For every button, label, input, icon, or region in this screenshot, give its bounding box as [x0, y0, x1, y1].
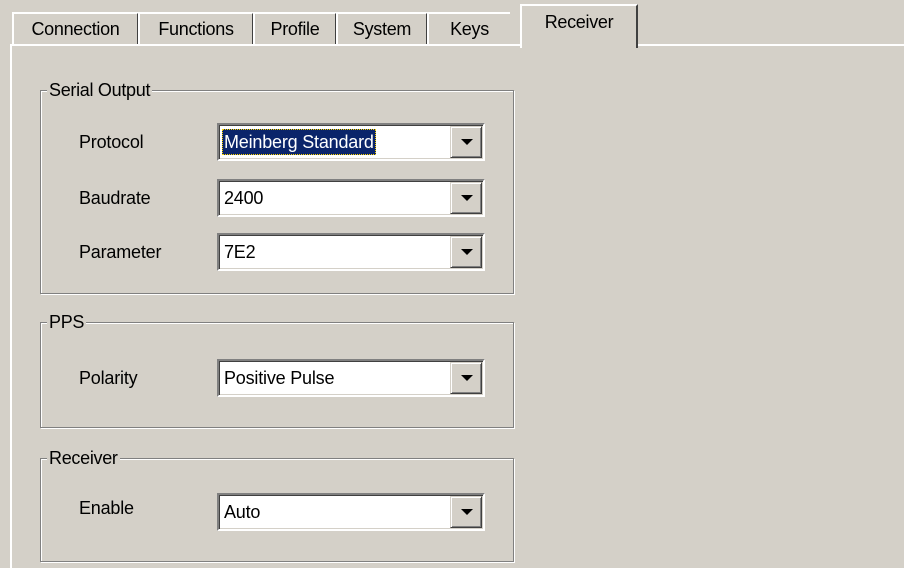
group-title-serial-output: Serial Output — [47, 79, 153, 101]
chevron-down-icon — [461, 375, 473, 381]
parameter-select[interactable]: 7E2 — [217, 233, 485, 271]
enable-select[interactable]: Auto — [217, 493, 485, 531]
group-receiver: Receiver Enable Auto — [40, 447, 514, 562]
enable-value: Auto — [224, 502, 261, 522]
polarity-dropdown-button[interactable] — [450, 362, 482, 394]
tab-strip: Connection Functions Profile System Keys… — [12, 0, 904, 48]
group-title-receiver: Receiver — [47, 447, 120, 469]
parameter-label: Parameter — [79, 242, 162, 262]
protocol-value: Meinberg Standard — [222, 129, 376, 155]
panel-edge — [10, 44, 12, 568]
group-title-pps: PPS — [47, 311, 87, 333]
chevron-down-icon — [461, 509, 473, 515]
protocol-dropdown-button[interactable] — [450, 126, 482, 158]
enable-label: Enable — [79, 498, 134, 518]
parameter-dropdown-button[interactable] — [450, 236, 482, 268]
group-serial-output: Serial Output Protocol Meinberg Standard… — [40, 79, 514, 294]
chevron-down-icon — [461, 195, 473, 201]
polarity-select[interactable]: Positive Pulse — [217, 359, 485, 397]
polarity-label: Polarity — [79, 368, 138, 388]
baudrate-dropdown-button[interactable] — [450, 182, 482, 214]
parameter-value: 7E2 — [224, 242, 256, 262]
protocol-label: Protocol — [79, 132, 144, 152]
baudrate-label: Baudrate — [79, 188, 151, 208]
tab-profile[interactable]: Profile — [253, 12, 337, 46]
group-pps: PPS Polarity Positive Pulse — [40, 311, 514, 428]
polarity-value: Positive Pulse — [224, 368, 335, 388]
tab-divider — [10, 44, 904, 46]
baudrate-select[interactable]: 2400 — [217, 179, 485, 217]
tab-system[interactable]: System — [336, 12, 428, 46]
tab-connection[interactable]: Connection — [12, 12, 139, 46]
chevron-down-icon — [461, 249, 473, 255]
tab-functions[interactable]: Functions — [138, 12, 254, 46]
chevron-down-icon — [461, 139, 473, 145]
tab-keys[interactable]: Keys — [427, 12, 510, 46]
tab-receiver[interactable]: Receiver — [520, 4, 638, 48]
protocol-select[interactable]: Meinberg Standard — [217, 123, 485, 161]
enable-dropdown-button[interactable] — [450, 496, 482, 528]
baudrate-value: 2400 — [224, 188, 264, 208]
